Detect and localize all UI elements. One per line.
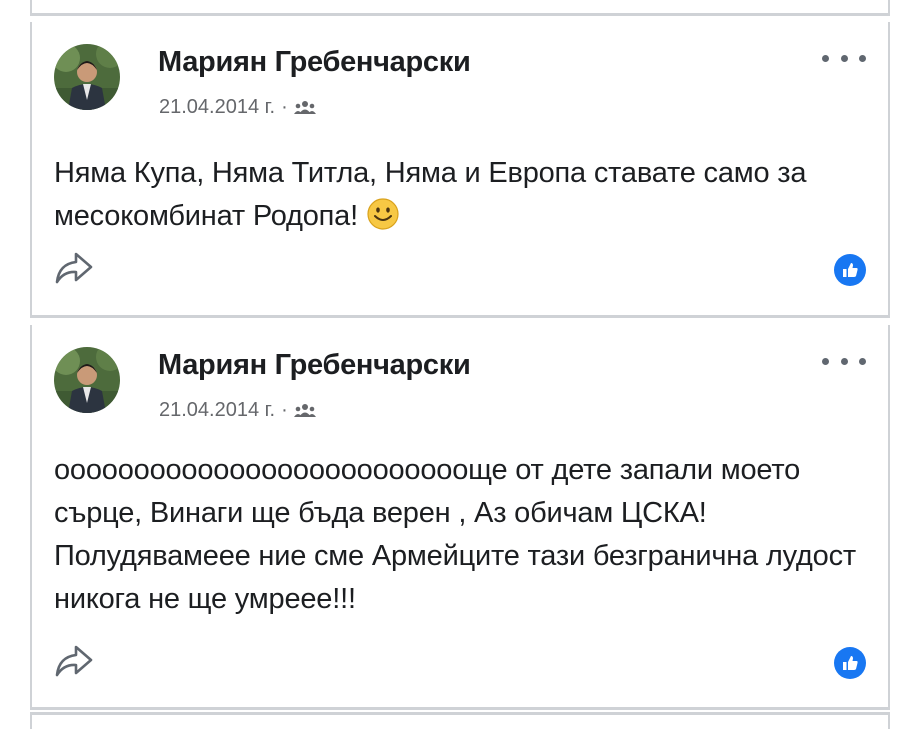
post-meta: 21.04.2014 г. · [159,96,316,119]
thumbs-up-icon [843,263,858,277]
post-text-content: ооооооооооооооооооооооооооще от дете зап… [54,454,856,615]
smiley-emoji-icon [367,198,399,230]
avatar[interactable] [54,44,120,110]
avatar-photo [54,44,120,110]
previous-post-edge [30,0,890,16]
share-icon[interactable] [54,250,94,286]
more-options-button[interactable] [822,351,866,371]
share-icon[interactable] [54,643,94,679]
post-author[interactable]: Мариян Гребенчарски [158,349,471,382]
post-meta: 21.04.2014 г. · [159,399,316,422]
dot-icon [859,54,866,62]
post-card: Мариян Гребенчарски 21.04.2014 г. · оооо… [30,325,890,710]
friends-icon [293,403,316,417]
like-reaction-icon[interactable] [834,647,866,679]
next-post-edge [30,712,890,729]
more-options-button[interactable] [822,48,866,68]
dot-icon [859,357,866,365]
post-date[interactable]: 21.04.2014 г. [159,96,275,119]
post-text: Няма Купа, Няма Титла, Няма и Европа ста… [54,152,858,238]
dot-icon [822,54,829,62]
friends-icon [293,100,316,114]
avatar-photo [54,347,120,413]
dot-icon [840,54,848,62]
dot-icon [822,357,829,365]
facebook-feed: Мариян Гребенчарски 21.04.2014 г. · Няма… [0,0,921,729]
post-author[interactable]: Мариян Гребенчарски [158,46,471,79]
avatar[interactable] [54,347,120,413]
meta-separator: · [281,399,288,421]
meta-separator: · [281,96,288,118]
post-text-content: Няма Купа, Няма Титла, Няма и Европа ста… [54,157,807,232]
post-date[interactable]: 21.04.2014 г. [159,399,275,422]
post-text: ооооооооооооооооооооооооооще от дете зап… [54,449,858,621]
thumbs-up-icon [843,656,858,670]
post-card: Мариян Гребенчарски 21.04.2014 г. · Няма… [30,22,890,318]
dot-icon [840,357,848,365]
like-reaction-icon[interactable] [834,254,866,286]
